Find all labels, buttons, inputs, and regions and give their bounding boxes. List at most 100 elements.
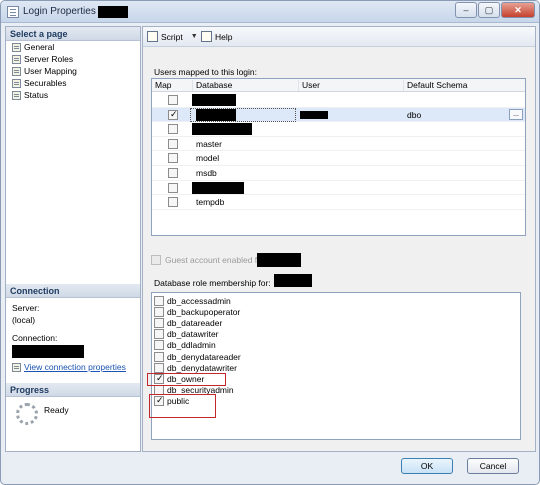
role-checkbox[interactable] (154, 295, 164, 306)
page-icon (12, 66, 21, 76)
page-item-label: General (24, 42, 55, 52)
role-item-db-ddladmin[interactable]: db_ddladmin (154, 340, 216, 351)
table-row[interactable]: msdb (152, 166, 525, 181)
table-row[interactable] (152, 122, 525, 137)
redacted-login-name (98, 6, 128, 18)
redacted-database (192, 94, 236, 106)
role-item-db-denydatawriter[interactable]: db_denydatawriter (154, 362, 237, 373)
page-item-securables[interactable]: Securables (6, 77, 140, 89)
role-checkbox[interactable] (154, 329, 164, 340)
help-icon (201, 31, 212, 42)
help-label: Help (215, 31, 233, 42)
table-row[interactable] (152, 93, 525, 108)
col-map: Map (155, 80, 172, 90)
role-checkbox[interactable] (154, 362, 164, 373)
role-label: db_datawriter (167, 329, 219, 340)
role-item-db-backupoperator[interactable]: db_backupoperator (154, 306, 240, 317)
redacted-connection (12, 345, 84, 358)
role-item-db-denydatareader[interactable]: db_denydatareader (154, 351, 241, 362)
cancel-button[interactable]: Cancel (467, 458, 519, 474)
role-label: db_datareader (167, 317, 223, 328)
table-row[interactable] (152, 181, 525, 196)
table-row[interactable]: master (152, 137, 525, 152)
redacted-database (192, 123, 252, 136)
select-page-header: Select a page (6, 27, 140, 41)
role-item-db-datareader[interactable]: db_datareader (154, 317, 222, 328)
map-checkbox[interactable] (168, 109, 178, 120)
view-connection-properties-link[interactable]: View connection properties (24, 362, 126, 372)
role-label: db_denydatawriter (167, 362, 237, 373)
map-checkbox[interactable] (168, 124, 178, 135)
connection-header: Connection (6, 284, 140, 298)
progress-spinner-icon (16, 403, 38, 425)
maximize-button[interactable]: ▢ (478, 2, 500, 18)
redacted-database (192, 181, 244, 194)
database-cell: msdb (196, 168, 217, 178)
map-checkbox[interactable] (168, 153, 178, 164)
map-checkbox[interactable] (168, 138, 178, 149)
role-label: db_denydatareader (167, 351, 241, 362)
guest-row: Guest account enabled for: (151, 253, 302, 267)
grid-header: Map Database User Default Schema (152, 79, 525, 92)
connection-section: Connection Server: (local) Connection: V… (6, 284, 140, 376)
title-bar: Login Properties - – ▢ ✕ (1, 1, 539, 23)
redacted-user (300, 110, 328, 119)
connection-label: Connection: (12, 333, 58, 343)
login-properties-window: Login Properties - – ▢ ✕ Select a page G… (0, 0, 540, 485)
map-checkbox[interactable] (168, 168, 178, 178)
map-checkbox[interactable] (168, 182, 178, 193)
script-label: Script (161, 31, 183, 42)
progress-section: Progress Ready (6, 383, 140, 453)
page-item-general[interactable]: General (6, 41, 140, 53)
role-checkbox[interactable] (154, 340, 164, 351)
table-row[interactable]: model (152, 151, 525, 166)
role-item-db-datawriter[interactable]: db_datawriter (154, 329, 219, 340)
table-row[interactable]: tempdb (152, 195, 525, 210)
map-checkbox[interactable] (168, 197, 178, 208)
page-item-label: Server Roles (24, 54, 74, 64)
page-icon (12, 90, 21, 100)
user-mapping-grid[interactable]: Map Database User Default Schema dbo... m… (151, 78, 526, 236)
help-button[interactable]: Help (201, 31, 232, 42)
db-owner-highlight (147, 373, 226, 386)
minimize-button[interactable]: – (455, 2, 477, 18)
role-label: db_accessadmin (167, 295, 231, 306)
ok-button[interactable]: OK (401, 458, 453, 474)
guest-checkbox[interactable] (151, 255, 161, 265)
role-label: db_ddladmin (167, 340, 216, 351)
page-icon (12, 54, 21, 64)
map-checkbox[interactable] (168, 95, 178, 105)
redacted-role-db (274, 274, 312, 287)
table-row[interactable]: dbo... (152, 107, 525, 123)
database-cell: master (196, 138, 222, 149)
script-icon (147, 31, 158, 42)
col-default-schema: Default Schema (403, 80, 467, 91)
col-database: Database (192, 80, 232, 91)
schema-cell[interactable]: dbo (407, 110, 421, 120)
focused-cell (190, 107, 296, 122)
database-cell: tempdb (196, 197, 225, 208)
page-item-status[interactable]: Status (6, 89, 140, 101)
toolbar: Script ▼ Help (143, 27, 535, 47)
role-item-db-accessadmin[interactable]: db_accessadmin (154, 295, 231, 306)
page-item-server-roles[interactable]: Server Roles (6, 53, 140, 65)
page-item-label: Status (24, 90, 49, 100)
view-connection-row[interactable]: View connection properties (6, 358, 140, 376)
public-highlight (149, 394, 216, 418)
col-user: User (298, 80, 320, 91)
script-button[interactable]: Script ▼ (147, 31, 198, 42)
page-item-label: User Mapping (24, 66, 77, 76)
role-checkbox[interactable] (154, 317, 164, 328)
role-label: db_backupoperator (167, 306, 241, 317)
database-cell: model (196, 153, 220, 164)
chevron-down-icon[interactable]: ▼ (191, 33, 198, 40)
close-button[interactable]: ✕ (501, 2, 535, 18)
progress-status: Ready (44, 405, 69, 415)
role-checkbox[interactable] (154, 306, 164, 317)
schema-browse-button[interactable]: ... (509, 108, 523, 120)
page-item-user-mapping[interactable]: User Mapping (6, 65, 140, 77)
users-mapped-label: Users mapped to this login: (154, 67, 257, 77)
role-checkbox[interactable] (154, 351, 164, 362)
page-item-label: Securables (24, 78, 67, 88)
role-membership-label: Database role membership for: (154, 278, 271, 288)
